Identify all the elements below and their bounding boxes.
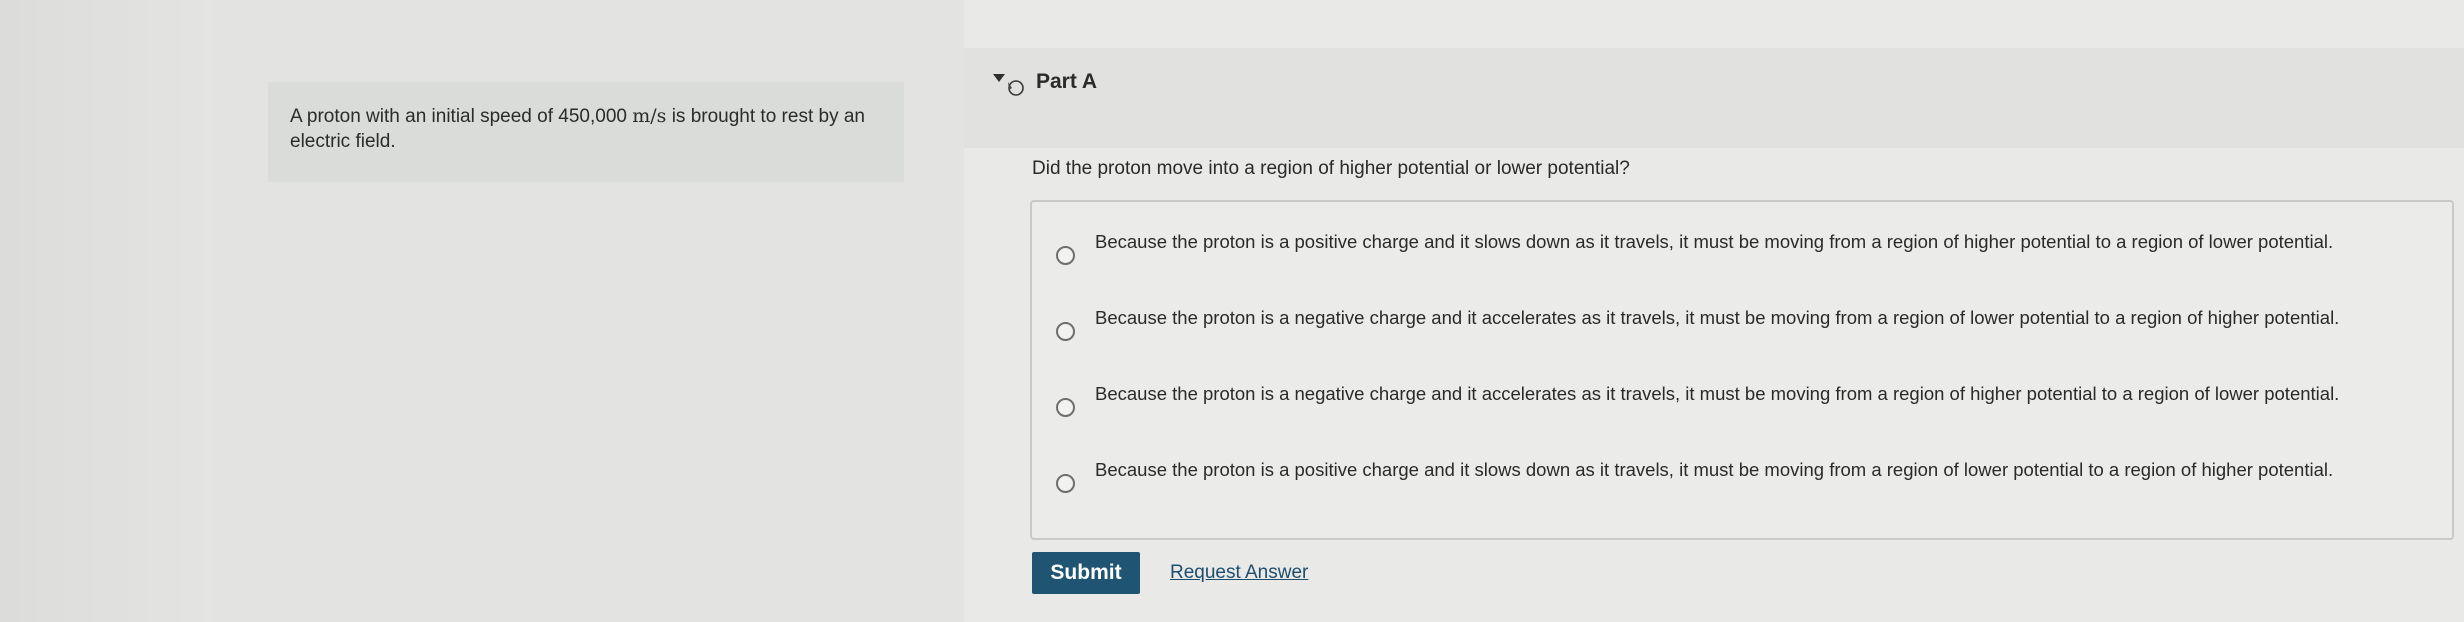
radio-button[interactable] (1056, 474, 1075, 493)
answer-option-4[interactable]: Because the proton is a positive charge … (1052, 458, 2432, 518)
problem-statement: A proton with an initial speed of 450,00… (268, 82, 904, 182)
request-answer-link[interactable]: Request Answer (1170, 562, 1308, 584)
answer-option-label: Because the proton is a positive charge … (1095, 459, 2334, 480)
answer-option-2[interactable]: Because the proton is a negative charge … (1052, 306, 2432, 366)
part-title: Part A (1036, 70, 1098, 93)
question-text: Did the proton move into a region of hig… (1032, 158, 1630, 179)
problem-text-before: A proton with an initial speed of 450,00… (290, 106, 633, 127)
radio-button[interactable] (1056, 398, 1075, 417)
answer-option-1[interactable]: Because the proton is a positive charge … (1052, 230, 2432, 290)
answer-option-label: Because the proton is a positive charge … (1095, 231, 2334, 252)
answer-option-label: Because the proton is a negative charge … (1095, 307, 2340, 328)
submit-button[interactable]: Submit (1032, 552, 1140, 594)
part-header (964, 48, 2464, 148)
radio-button[interactable] (1056, 246, 1075, 265)
radio-button[interactable] (1056, 322, 1075, 341)
answer-option-label: Because the proton is a negative charge … (1095, 383, 2340, 404)
collapse-arrow-icon[interactable] (992, 68, 1032, 104)
answer-option-3[interactable]: Because the proton is a negative charge … (1052, 382, 2432, 442)
speed-unit: m/s (632, 105, 667, 127)
